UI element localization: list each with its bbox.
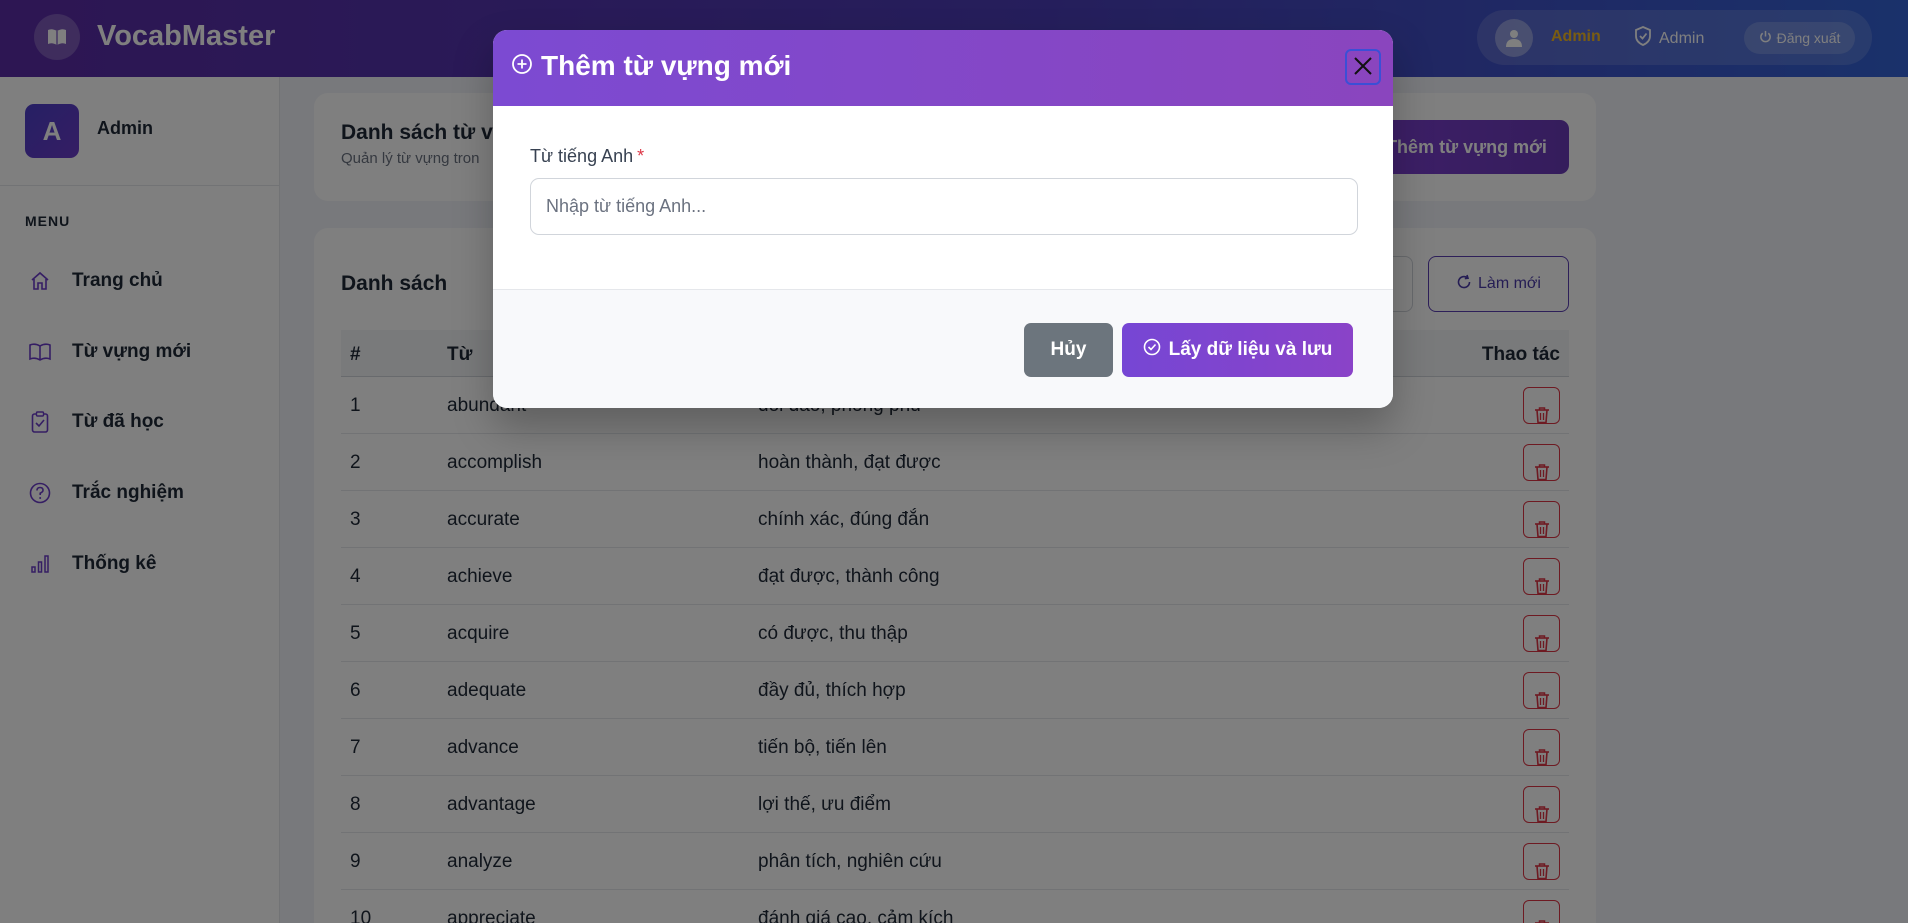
modal-header: Thêm từ vựng mới	[493, 30, 1393, 106]
modal-title: Thêm từ vựng mới	[511, 50, 791, 82]
fetch-and-save-button[interactable]: Lấy dữ liệu và lưu	[1122, 323, 1353, 377]
plus-circle-icon	[511, 50, 533, 82]
save-label: Lấy dữ liệu và lưu	[1168, 339, 1333, 360]
close-button[interactable]	[1345, 49, 1381, 85]
check-circle-icon	[1143, 338, 1161, 362]
add-vocab-modal: Thêm từ vựng mới Từ tiếng Anh* Hủy Lấy d…	[493, 30, 1393, 408]
required-mark: *	[637, 146, 645, 166]
close-icon	[1353, 56, 1373, 79]
english-word-input[interactable]	[530, 178, 1358, 235]
cancel-button[interactable]: Hủy	[1024, 323, 1113, 377]
modal-title-text: Thêm từ vựng mới	[541, 50, 792, 81]
english-word-label: Từ tiếng Anh *	[530, 146, 644, 167]
field-label-text: Từ tiếng Anh	[530, 146, 634, 166]
